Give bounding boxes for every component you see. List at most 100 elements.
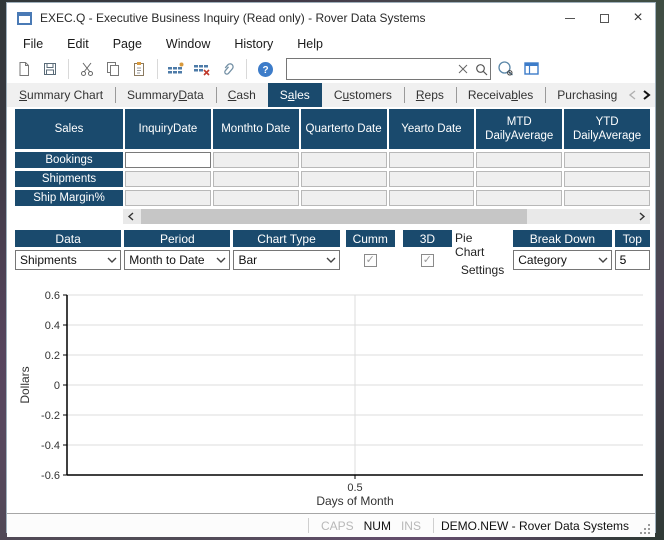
table-cell[interactable] (125, 190, 211, 206)
table-cell[interactable] (301, 152, 387, 168)
grid-column-header: Monthto Date (213, 109, 299, 149)
period-select[interactable]: Month to Date (124, 250, 230, 270)
svg-text:-0.6: -0.6 (41, 470, 60, 482)
table-cell[interactable] (389, 152, 475, 168)
toolbar-separator (246, 59, 247, 79)
table-cell[interactable] (213, 171, 299, 187)
table-cell[interactable] (476, 171, 562, 187)
help-icon[interactable]: ? (254, 58, 276, 80)
toolbar-separator (68, 59, 69, 79)
tab-strip: Summary ChartSummary DataCashSalesCustom… (7, 83, 655, 107)
svg-text:0.4: 0.4 (45, 320, 60, 332)
table-cell[interactable] (476, 152, 562, 168)
tab-summary-chart[interactable]: Summary Chart (7, 83, 115, 107)
maximize-button[interactable] (587, 3, 621, 33)
chevron-down-icon (323, 252, 339, 268)
chart-type-select-value: Bar (238, 253, 322, 267)
table-cell[interactable] (301, 171, 387, 187)
scroll-left-icon[interactable] (123, 209, 139, 224)
pie-chart-label: Pie Chart (455, 231, 504, 259)
menu-bar: FileEditPageWindowHistoryHelp (7, 33, 655, 55)
chart-controls: Data Shipments Period Month to Date Char… (15, 230, 650, 277)
cut-icon[interactable] (76, 58, 98, 80)
title-bar: EXEC.Q - Executive Business Inquiry (Rea… (7, 3, 655, 33)
table-cell[interactable] (125, 152, 211, 168)
scrollbar-thumb[interactable] (141, 209, 527, 224)
tab-scroll-right-icon[interactable] (639, 86, 653, 104)
menu-item-history[interactable]: History (222, 35, 285, 53)
table-cell[interactable] (476, 190, 562, 206)
scrollbar-row (15, 209, 650, 224)
toolbar: ? (7, 55, 655, 83)
3d-checkbox[interactable]: ✓ (421, 254, 434, 267)
copy-icon[interactable] (102, 58, 124, 80)
search-clear-icon[interactable] (454, 60, 472, 78)
chart-type-select[interactable]: Bar (233, 250, 339, 270)
data-select[interactable]: Shipments (15, 250, 121, 270)
top-input[interactable]: 5 (615, 250, 650, 270)
table-cell[interactable] (301, 190, 387, 206)
svg-text:0.2: 0.2 (45, 350, 60, 362)
lock-key-num: NUM (364, 519, 391, 533)
lock-key-caps: CAPS (321, 519, 354, 533)
attach-icon[interactable] (217, 58, 239, 80)
tab-cash[interactable]: Cash (216, 83, 268, 107)
break-down-select[interactable]: Category (513, 250, 611, 270)
tab-reps[interactable]: Reps (404, 83, 456, 107)
table-cell[interactable] (213, 190, 299, 206)
svg-text:?: ? (262, 65, 268, 76)
menu-item-page[interactable]: Page (101, 35, 154, 53)
table-cell[interactable] (213, 152, 299, 168)
app-window: EXEC.Q - Executive Business Inquiry (Rea… (6, 2, 656, 533)
paste-icon[interactable] (128, 58, 150, 80)
tab-customers[interactable]: Customers (322, 83, 404, 107)
tabs: Summary ChartSummary DataCashSalesCustom… (7, 83, 625, 107)
grid-corner-header: Sales (15, 109, 123, 149)
tab-purchasing[interactable]: Purchasing (545, 83, 625, 107)
insert-row-icon[interactable] (165, 58, 187, 80)
window-title: EXEC.Q - Executive Business Inquiry (Rea… (40, 11, 425, 25)
find-preview-icon[interactable] (495, 58, 517, 80)
table-cell[interactable] (125, 171, 211, 187)
svg-text:0: 0 (54, 380, 60, 392)
save-icon[interactable] (39, 58, 61, 80)
pie-chart-settings-labels: Pie Chart Settings (455, 230, 510, 277)
grid-column-header: InquiryDate (125, 109, 211, 149)
desktop-wallpaper: EXEC.Q - Executive Business Inquiry (Rea… (0, 0, 664, 540)
layout-icon[interactable] (521, 58, 543, 80)
delete-row-icon[interactable] (191, 58, 213, 80)
table-cell[interactable] (564, 190, 650, 206)
close-button[interactable]: × (621, 3, 655, 33)
menu-item-help[interactable]: Help (285, 35, 335, 53)
resize-grip-icon[interactable] (639, 523, 651, 535)
table-cell[interactable] (564, 152, 650, 168)
search-icon[interactable] (472, 60, 490, 78)
toolbar-separator (157, 59, 158, 79)
status-bar: CAPSNUMINS DEMO.NEW - Rover Data Systems (7, 513, 655, 537)
minimize-button[interactable] (553, 3, 587, 33)
table-cell[interactable] (389, 190, 475, 206)
lock-key-indicators: CAPSNUMINS (316, 519, 426, 533)
tab-summary-data[interactable]: Summary Data (115, 83, 216, 107)
grid-row-header: Shipments (15, 171, 123, 187)
horizontal-scrollbar[interactable] (123, 209, 650, 224)
tab-sales[interactable]: Sales (268, 83, 322, 107)
cumm-checkbox[interactable]: ✓ (364, 254, 377, 267)
period-select-value: Month to Date (129, 253, 213, 267)
table-cell[interactable] (389, 171, 475, 187)
svg-text:0.6: 0.6 (45, 290, 60, 302)
data-select-value: Shipments (20, 253, 104, 267)
new-document-icon[interactable] (13, 58, 35, 80)
tab-scroll-left-icon[interactable] (625, 86, 639, 104)
menu-item-edit[interactable]: Edit (55, 35, 101, 53)
tab-receivables[interactable]: Receivables (456, 83, 545, 107)
scrollbar-track[interactable] (139, 209, 634, 224)
period-header: Period (124, 230, 230, 247)
table-cell[interactable] (564, 171, 650, 187)
menu-item-file[interactable]: File (11, 35, 55, 53)
tab-scroll-buttons (625, 83, 655, 107)
scroll-right-icon[interactable] (634, 209, 650, 224)
search-input[interactable] (287, 60, 454, 78)
break-down-select-value: Category (518, 253, 594, 267)
menu-item-window[interactable]: Window (154, 35, 222, 53)
